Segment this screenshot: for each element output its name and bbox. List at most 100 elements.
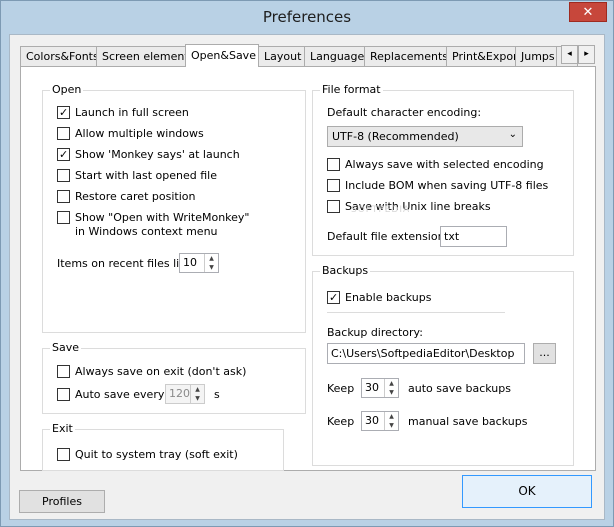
checkmark-icon: ✓ bbox=[59, 106, 69, 119]
context-menu-checkbox[interactable] bbox=[57, 211, 75, 224]
last-opened-checkbox[interactable]: Start with last opened file bbox=[57, 169, 217, 182]
tab-jumps[interactable]: Jumps bbox=[515, 46, 557, 66]
checkbox-label: Quit to system tray (soft exit) bbox=[75, 448, 238, 461]
checkbox-label: Start with last opened file bbox=[75, 169, 217, 182]
tab-replacements[interactable]: Replacements bbox=[364, 46, 447, 66]
backups-divider bbox=[327, 312, 505, 313]
file-format-group: File format Default character encoding: … bbox=[312, 83, 574, 256]
checkbox-label: Restore caret position bbox=[75, 190, 196, 203]
spinner-arrows[interactable]: ▲ ▼ bbox=[384, 412, 398, 430]
chevron-down-icon[interactable]: ▼ bbox=[191, 394, 204, 403]
spinner-arrows[interactable]: ▲ ▼ bbox=[190, 385, 204, 403]
checkbox-label: Enable backups bbox=[345, 291, 432, 304]
tab-screen-elements[interactable]: Screen elements bbox=[96, 46, 186, 66]
quit-tray-checkbox[interactable]: Quit to system tray (soft exit) bbox=[57, 448, 238, 461]
watermark: SOFTPEDIA bbox=[351, 205, 411, 215]
chevron-down-icon[interactable]: ▼ bbox=[205, 263, 218, 272]
input-value: txt bbox=[444, 230, 460, 243]
checkbox-box bbox=[327, 179, 340, 192]
backups-group-title: Backups bbox=[320, 264, 371, 277]
checkbox-box bbox=[327, 158, 340, 171]
spinner-arrows[interactable]: ▲ ▼ bbox=[384, 379, 398, 397]
open-group-title: Open bbox=[50, 83, 84, 96]
window-title: Preferences bbox=[262, 8, 352, 26]
chevron-down-icon: ⌄ bbox=[508, 129, 517, 140]
extension-input[interactable]: txt bbox=[440, 226, 507, 247]
manual-backups-spinner[interactable]: 30 ▲ ▼ bbox=[361, 411, 399, 431]
backups-group: Backups ✓ Enable backups Backup directory… bbox=[312, 264, 574, 466]
tab-layout[interactable]: Layout bbox=[258, 46, 305, 66]
tab-print-export[interactable]: Print&Export bbox=[446, 46, 516, 66]
open-group: Open ✓ Launch in full screen Allow multip… bbox=[42, 83, 306, 333]
tab-strip: Colors&Fonts Screen elements Open&Save L… bbox=[20, 44, 595, 67]
close-button[interactable]: ✕ bbox=[569, 2, 607, 22]
context-menu-label-line2: in Windows context menu bbox=[75, 225, 218, 238]
file-format-group-title: File format bbox=[320, 83, 383, 96]
tab-open-save[interactable]: Open&Save bbox=[185, 44, 259, 67]
preferences-window: Preferences ✕ Colors&Fonts Screen elemen… bbox=[0, 0, 614, 527]
backup-directory-input[interactable]: C:\Users\SoftpediaEditor\Desktop bbox=[327, 343, 525, 364]
browse-button[interactable]: ... bbox=[533, 343, 556, 364]
checkbox-label: Auto save every bbox=[75, 388, 165, 401]
encoding-select[interactable]: UTF-8 (Recommended) ⌄ bbox=[327, 126, 523, 147]
auto-save-interval-spinner[interactable]: 120 ▲ ▼ bbox=[165, 384, 205, 404]
chevron-down-icon[interactable]: ▼ bbox=[385, 421, 398, 430]
auto-save-unit: s bbox=[214, 388, 220, 401]
context-menu-label: Show "Open with WriteMonkey" in Windows … bbox=[75, 211, 250, 239]
chevron-up-icon[interactable]: ▲ bbox=[385, 379, 398, 388]
always-selected-encoding-checkbox[interactable]: Always save with selected encoding bbox=[327, 158, 544, 171]
checkbox-label: Always save with selected encoding bbox=[345, 158, 544, 171]
spinner-value: 120 bbox=[169, 387, 190, 400]
keep-manual-label: Keep bbox=[327, 415, 355, 428]
checkbox-box bbox=[57, 211, 70, 224]
backup-directory-label: Backup directory: bbox=[327, 326, 423, 339]
monkey-says-checkbox[interactable]: ✓ Show 'Monkey says' at launch bbox=[57, 148, 240, 161]
recent-files-spinner[interactable]: 10 ▲ ▼ bbox=[179, 253, 219, 273]
dialog-client: Colors&Fonts Screen elements Open&Save L… bbox=[9, 34, 605, 520]
spinner-arrows[interactable]: ▲ ▼ bbox=[204, 254, 218, 272]
checkbox-box bbox=[57, 169, 70, 182]
launch-fullscreen-checkbox[interactable]: ✓ Launch in full screen bbox=[57, 106, 189, 119]
chevron-up-icon[interactable]: ▲ bbox=[385, 412, 398, 421]
auto-backups-spinner[interactable]: 30 ▲ ▼ bbox=[361, 378, 399, 398]
input-value: C:\Users\SoftpediaEditor\Desktop bbox=[331, 347, 515, 360]
checkbox-box bbox=[57, 365, 70, 378]
close-icon: ✕ bbox=[582, 5, 594, 20]
tab-scroll-right-button[interactable]: ▸ bbox=[578, 45, 595, 64]
ok-button[interactable]: OK bbox=[462, 475, 592, 508]
checkbox-label: Allow multiple windows bbox=[75, 127, 204, 140]
always-save-checkbox[interactable]: Always save on exit (don't ask) bbox=[57, 365, 246, 378]
extension-label: Default file extension: bbox=[327, 230, 449, 243]
title-bar[interactable]: Preferences ✕ bbox=[1, 1, 613, 34]
enable-backups-checkbox[interactable]: ✓ Enable backups bbox=[327, 291, 431, 304]
checkmark-icon: ✓ bbox=[329, 291, 339, 304]
checkbox-box: ✓ bbox=[57, 148, 70, 161]
checkbox-label: Launch in full screen bbox=[75, 106, 189, 119]
checkmark-icon: ✓ bbox=[59, 148, 69, 161]
chevron-up-icon[interactable]: ▲ bbox=[205, 254, 218, 263]
include-bom-checkbox[interactable]: Include BOM when saving UTF-8 files bbox=[327, 179, 548, 192]
select-value: UTF-8 (Recommended) bbox=[332, 130, 459, 143]
chevron-up-icon[interactable]: ▲ bbox=[191, 385, 204, 394]
checkbox-box bbox=[57, 448, 70, 461]
checkbox-label: Always save on exit (don't ask) bbox=[75, 365, 247, 378]
spinner-value: 10 bbox=[183, 256, 197, 269]
tab-scroll-left-button[interactable]: ◂ bbox=[561, 45, 578, 64]
save-group-title: Save bbox=[50, 341, 82, 354]
recent-files-label: Items on recent files list: bbox=[57, 257, 193, 270]
auto-save-checkbox[interactable]: Auto save every bbox=[57, 388, 164, 401]
exit-group-title: Exit bbox=[50, 422, 75, 435]
checkbox-box bbox=[57, 190, 70, 203]
tab-colors-fonts[interactable]: Colors&Fonts bbox=[20, 46, 97, 66]
restore-caret-checkbox[interactable]: Restore caret position bbox=[57, 190, 195, 203]
tab-language[interactable]: Language bbox=[304, 46, 365, 66]
multiple-windows-checkbox[interactable]: Allow multiple windows bbox=[57, 127, 204, 140]
checkbox-box: ✓ bbox=[57, 106, 70, 119]
chevron-down-icon[interactable]: ▼ bbox=[385, 388, 398, 397]
open-save-page: Open ✓ Launch in full screen Allow multip… bbox=[20, 66, 596, 471]
profiles-button[interactable]: Profiles bbox=[19, 490, 105, 513]
checkbox-label: Include BOM when saving UTF-8 files bbox=[345, 179, 549, 192]
exit-group: Exit Quit to system tray (soft exit) bbox=[42, 422, 284, 471]
checkbox-label: Show 'Monkey says' at launch bbox=[75, 148, 240, 161]
auto-backups-label: auto save backups bbox=[408, 382, 511, 395]
